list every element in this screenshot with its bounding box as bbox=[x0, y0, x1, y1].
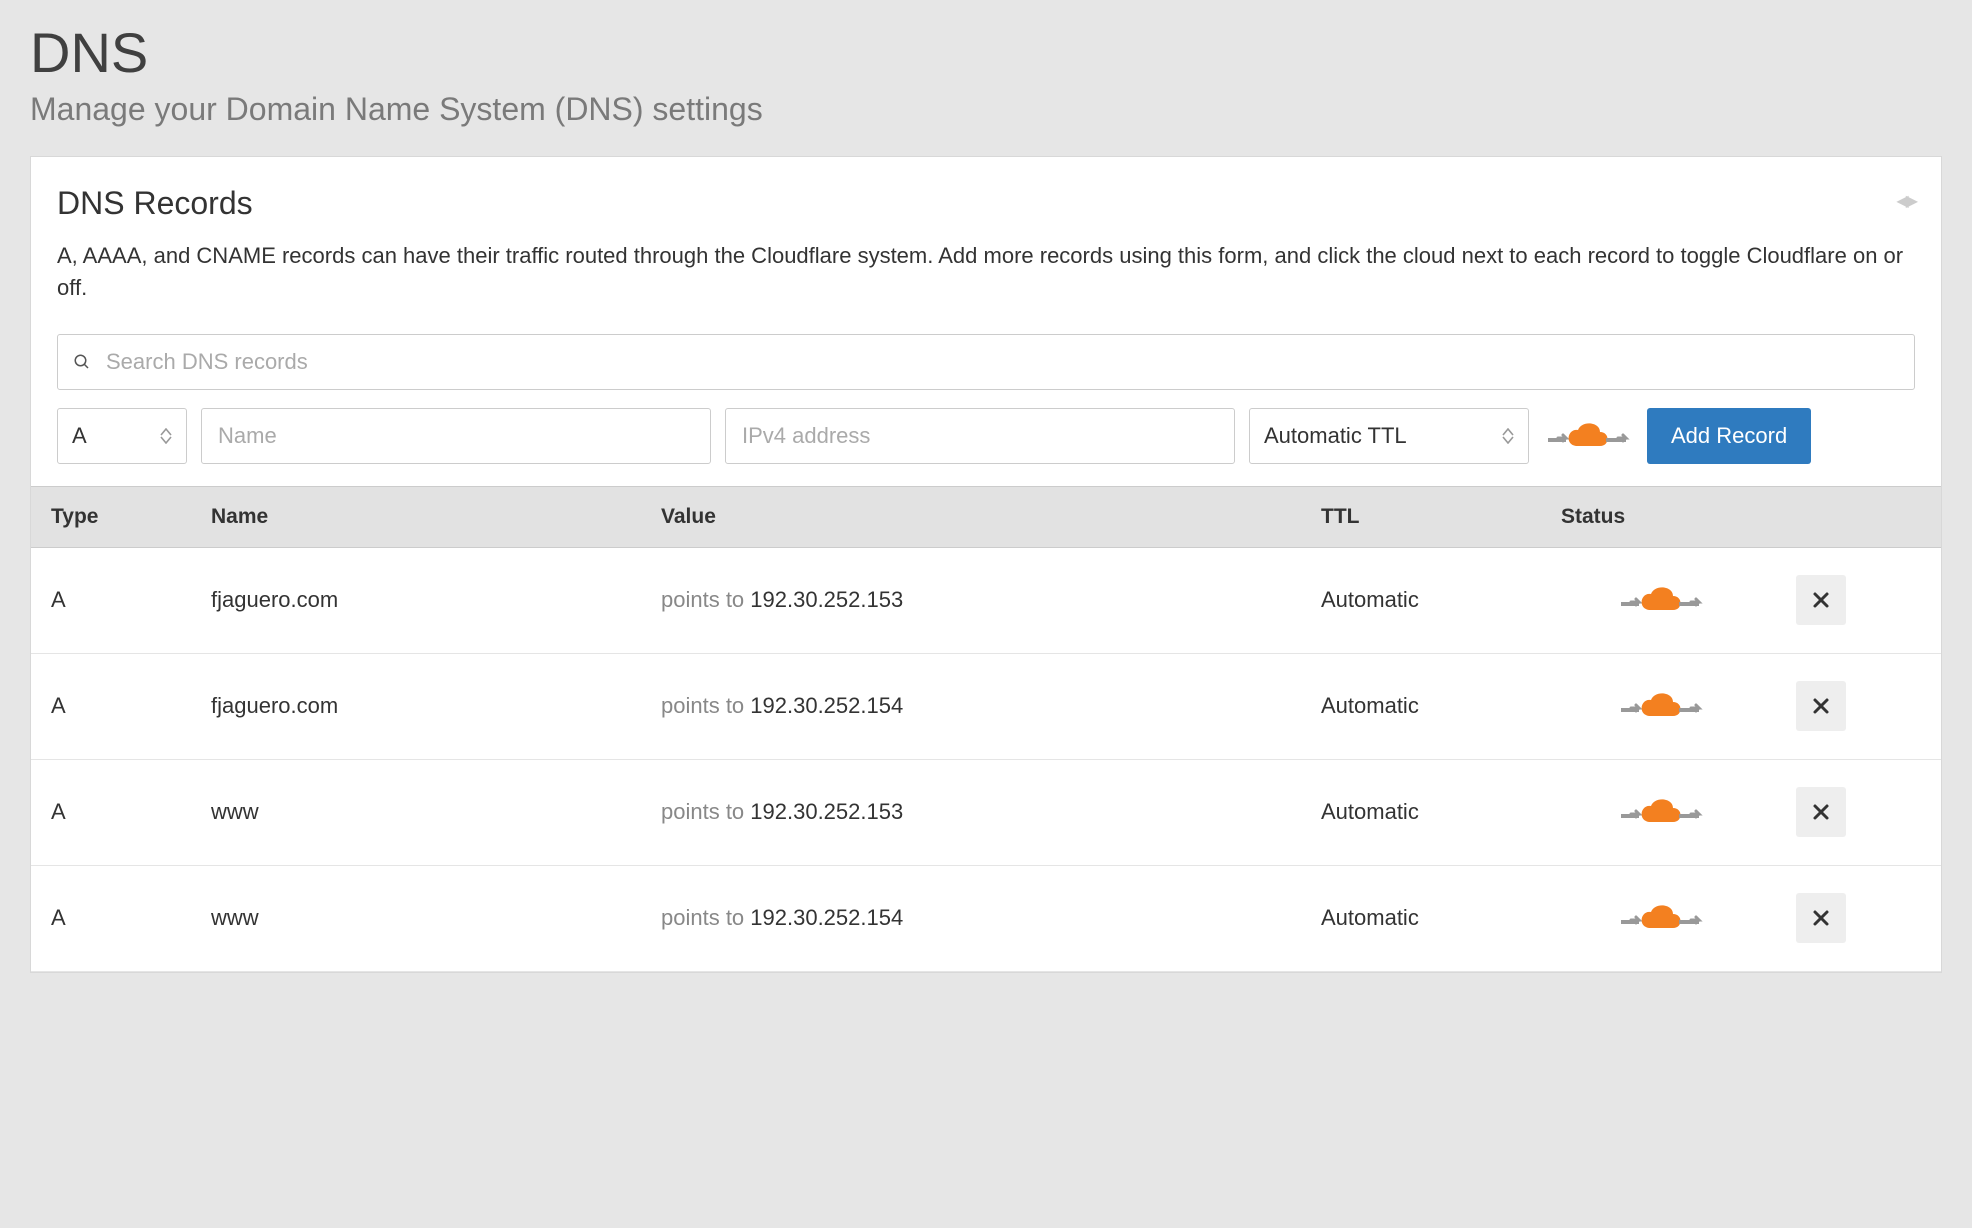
col-value: Value bbox=[641, 505, 1301, 529]
col-type: Type bbox=[31, 505, 191, 529]
select-spinner-icon bbox=[160, 428, 172, 444]
cell-ttl[interactable]: Automatic bbox=[1301, 799, 1541, 825]
close-icon bbox=[1812, 909, 1830, 927]
col-name: Name bbox=[191, 505, 641, 529]
ttl-value: Automatic TTL bbox=[1264, 423, 1407, 449]
cloud-icon bbox=[1619, 580, 1703, 620]
page-title: DNS bbox=[30, 20, 1942, 85]
cloud-icon bbox=[1619, 792, 1703, 832]
col-ttl: TTL bbox=[1301, 505, 1541, 529]
search-icon bbox=[73, 353, 91, 371]
record-value-input[interactable] bbox=[726, 409, 1234, 463]
dns-records-table: Type Name Value TTL Status A fjaguero.co… bbox=[31, 486, 1941, 972]
cloud-proxy-toggle[interactable] bbox=[1541, 686, 1771, 726]
cloud-icon bbox=[1619, 898, 1703, 938]
delete-record-button[interactable] bbox=[1796, 893, 1846, 943]
record-type-select[interactable]: A bbox=[57, 408, 187, 464]
dns-records-card: DNS Records ◀▶ A, AAAA, and CNAME record… bbox=[30, 156, 1942, 973]
page-subtitle: Manage your Domain Name System (DNS) set… bbox=[30, 91, 1942, 128]
delete-record-button[interactable] bbox=[1796, 787, 1846, 837]
table-row: A www points to 192.30.252.153 Automatic bbox=[31, 760, 1941, 866]
close-icon bbox=[1812, 803, 1830, 821]
card-description: A, AAAA, and CNAME records can have thei… bbox=[57, 240, 1915, 304]
cell-value[interactable]: points to 192.30.252.154 bbox=[641, 905, 1301, 931]
close-icon bbox=[1812, 697, 1830, 715]
card-title: DNS Records bbox=[57, 185, 253, 222]
col-status: Status bbox=[1541, 505, 1771, 529]
cell-value[interactable]: points to 192.30.252.153 bbox=[641, 799, 1301, 825]
ttl-select[interactable]: Automatic TTL bbox=[1249, 408, 1529, 464]
cell-name[interactable]: www bbox=[191, 799, 641, 825]
table-row: A fjaguero.com points to 192.30.252.154 … bbox=[31, 654, 1941, 760]
cell-name[interactable]: fjaguero.com bbox=[191, 587, 641, 613]
add-record-form: A Automatic TTL bbox=[57, 408, 1915, 464]
cell-name[interactable]: www bbox=[191, 905, 641, 931]
cell-type[interactable]: A bbox=[31, 587, 191, 613]
cloud-icon bbox=[1619, 686, 1703, 726]
record-name-input[interactable] bbox=[202, 409, 710, 463]
delete-record-button[interactable] bbox=[1796, 681, 1846, 731]
drag-handle-icon[interactable]: ◀▶ bbox=[1896, 191, 1915, 211]
close-icon bbox=[1812, 591, 1830, 609]
search-input[interactable] bbox=[57, 334, 1915, 390]
cell-ttl[interactable]: Automatic bbox=[1301, 587, 1541, 613]
cell-type[interactable]: A bbox=[31, 905, 191, 931]
table-row: A fjaguero.com points to 192.30.252.153 … bbox=[31, 548, 1941, 654]
cloud-icon bbox=[1546, 416, 1630, 456]
cloud-proxy-toggle[interactable] bbox=[1541, 898, 1771, 938]
cell-value[interactable]: points to 192.30.252.154 bbox=[641, 693, 1301, 719]
select-spinner-icon bbox=[1502, 428, 1514, 444]
cell-value[interactable]: points to 192.30.252.153 bbox=[641, 587, 1301, 613]
delete-record-button[interactable] bbox=[1796, 575, 1846, 625]
add-record-button[interactable]: Add Record bbox=[1647, 408, 1811, 464]
cloud-proxy-toggle[interactable] bbox=[1543, 408, 1633, 464]
cloud-proxy-toggle[interactable] bbox=[1541, 580, 1771, 620]
cloud-proxy-toggle[interactable] bbox=[1541, 792, 1771, 832]
cell-type[interactable]: A bbox=[31, 799, 191, 825]
cell-type[interactable]: A bbox=[31, 693, 191, 719]
table-row: A www points to 192.30.252.154 Automatic bbox=[31, 866, 1941, 972]
cell-name[interactable]: fjaguero.com bbox=[191, 693, 641, 719]
record-type-value: A bbox=[72, 423, 87, 449]
table-header: Type Name Value TTL Status bbox=[31, 486, 1941, 548]
cell-ttl[interactable]: Automatic bbox=[1301, 693, 1541, 719]
cell-ttl[interactable]: Automatic bbox=[1301, 905, 1541, 931]
